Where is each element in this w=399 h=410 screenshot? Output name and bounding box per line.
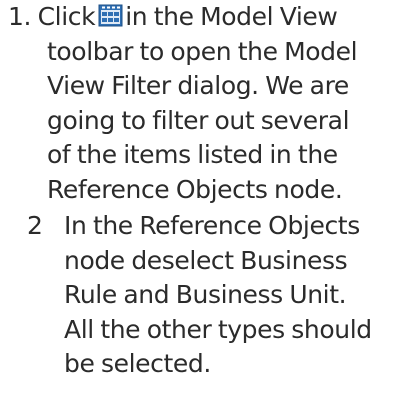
step-2-line: All the other types should (64, 314, 372, 344)
step-1-line: View Filter dialog. We are (47, 71, 349, 100)
step-1-text-toolbar: in the Model View (125, 2, 338, 31)
model-view-filter-icon[interactable] (98, 3, 123, 28)
step-1-line: of the items listed in the (47, 140, 338, 169)
step-1-first-line: 1. Click in the Model View (8, 0, 338, 35)
step-1-line: going to filter out several (47, 105, 350, 135)
step-1-line: Reference Objects node. (47, 174, 343, 204)
step-1-text-click: Click (37, 2, 96, 31)
step-2-line: be selected. (64, 349, 211, 378)
step-2-number: 2 (27, 211, 43, 240)
step-2-line: Rule and Business Unit. (64, 280, 347, 309)
step-2-line: In the Reference Objects (64, 211, 360, 240)
step-1-line: toolbar to open the Model (47, 36, 358, 66)
step-1-number: 1. (8, 2, 32, 31)
step-2-line: node deselect Business (64, 245, 348, 275)
